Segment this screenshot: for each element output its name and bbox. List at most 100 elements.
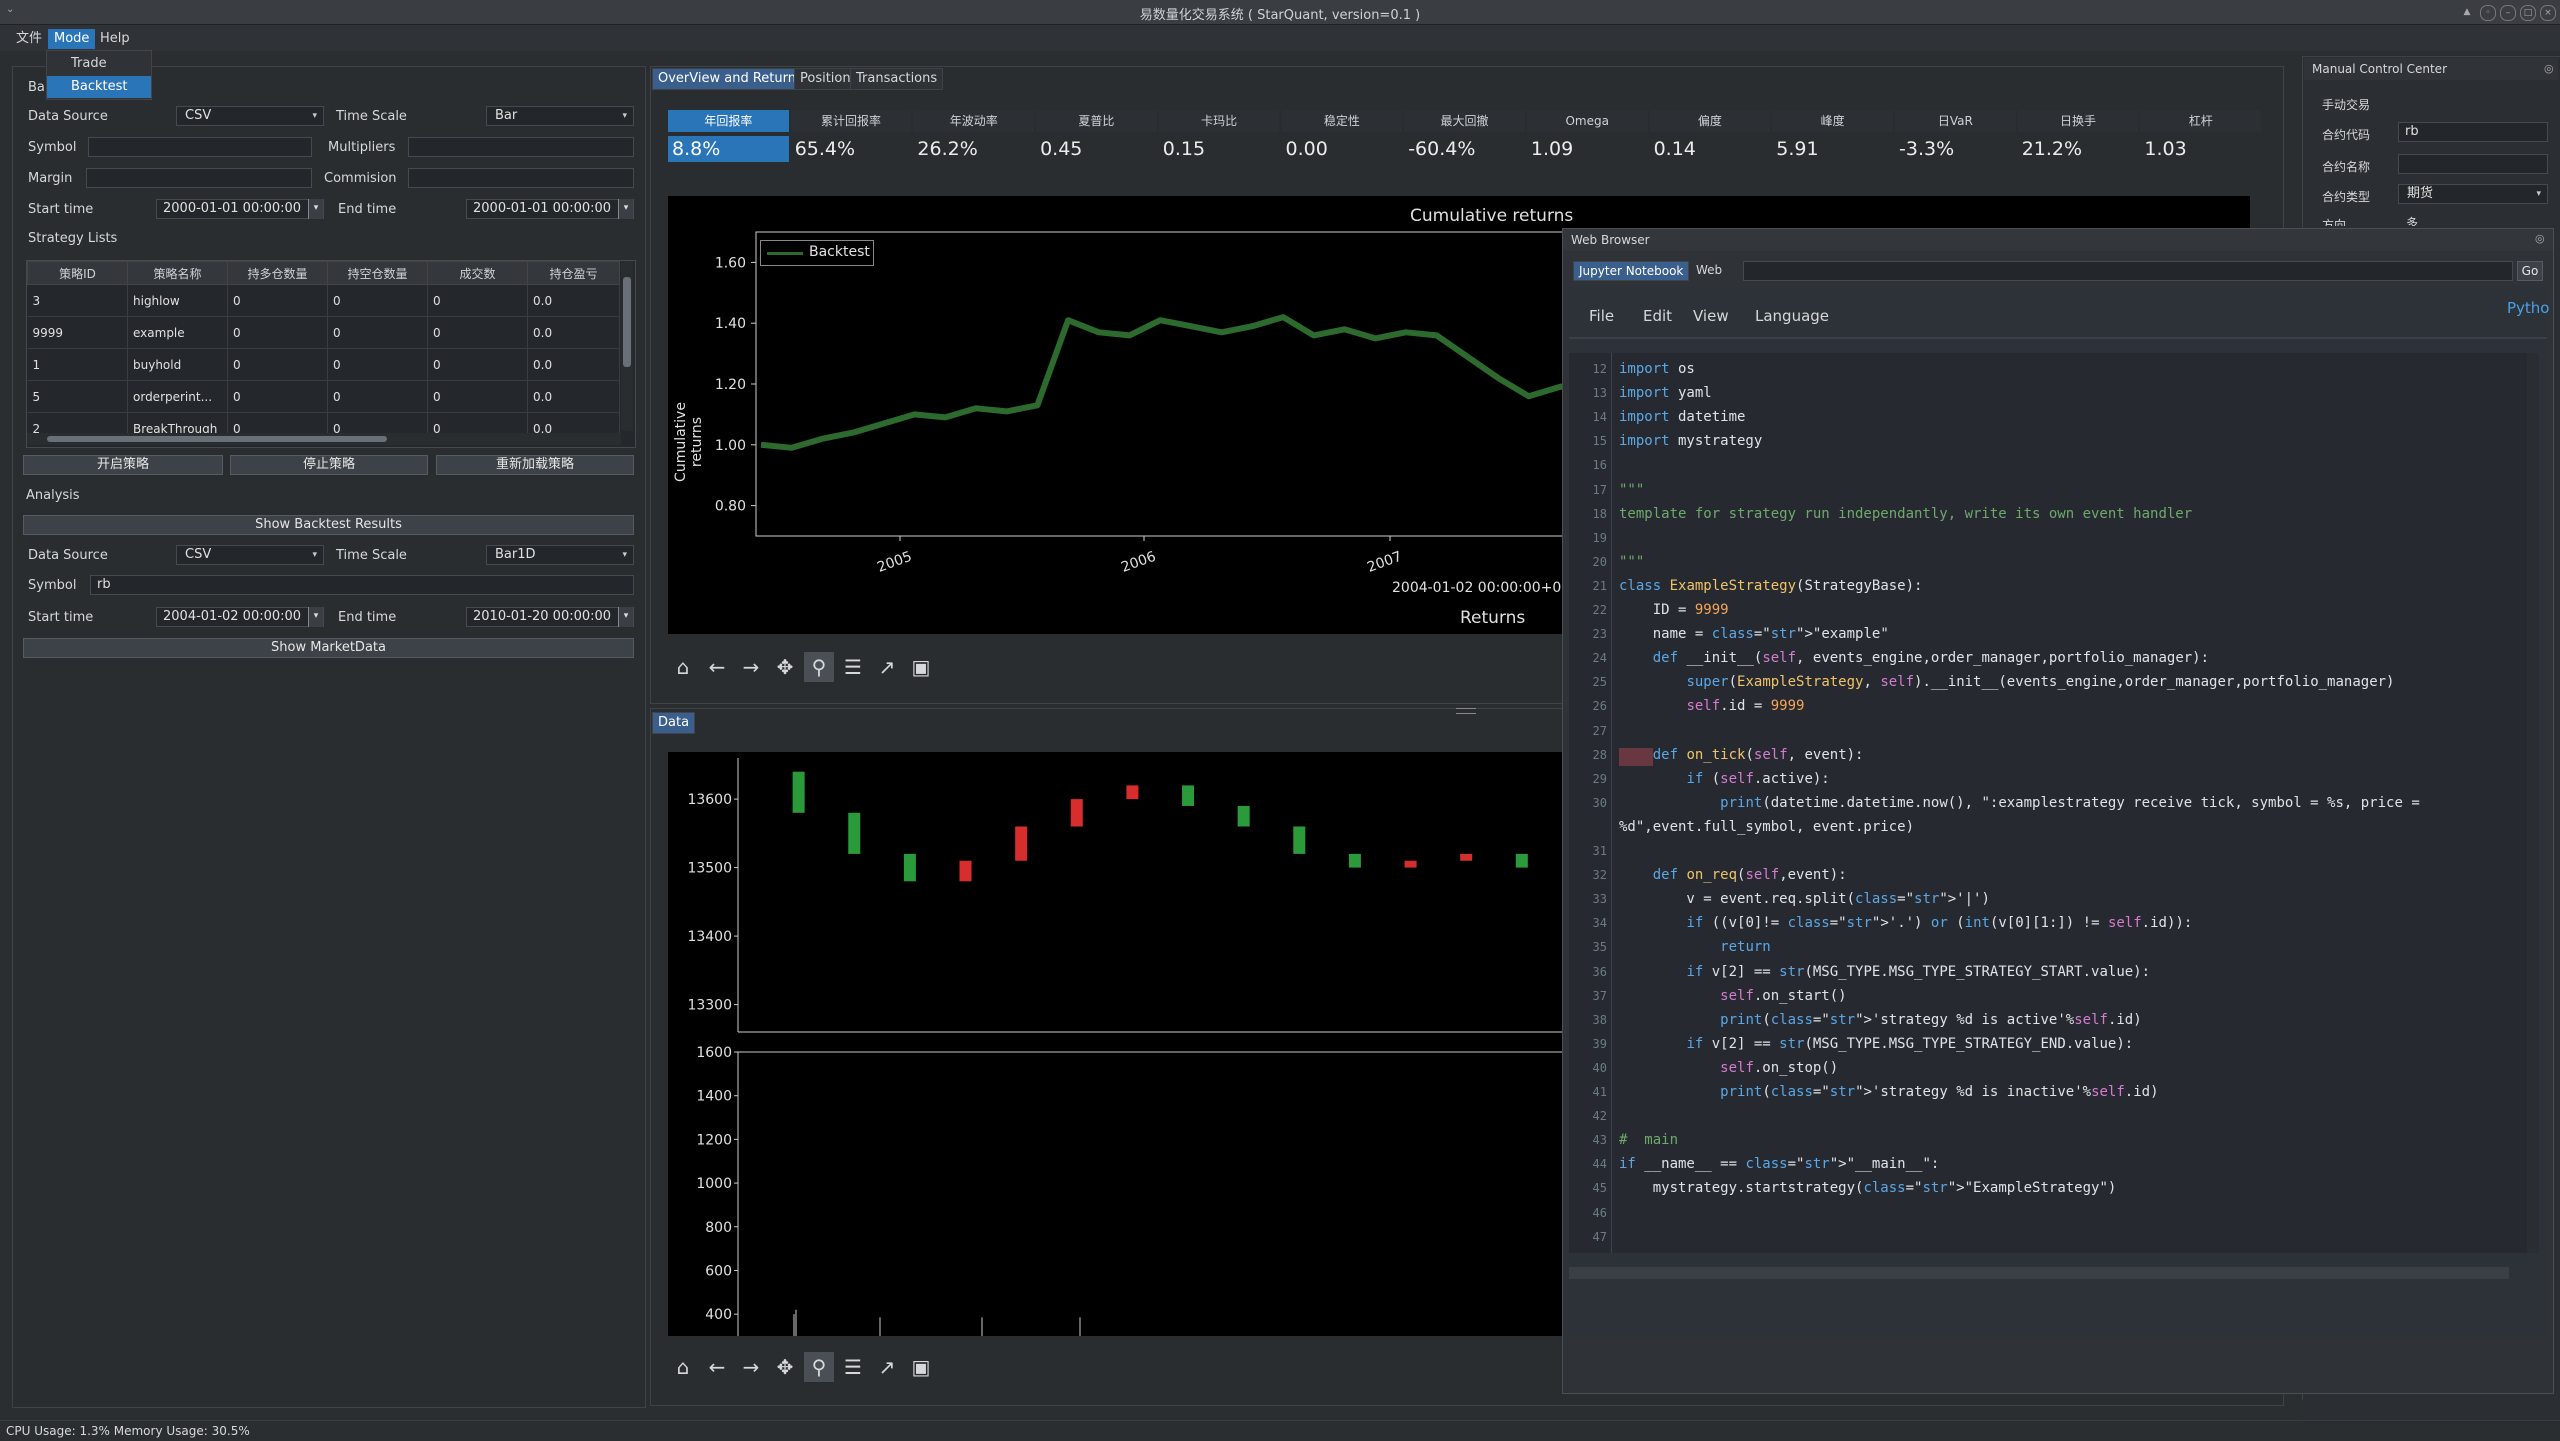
cell[interactable]: 0: [327, 316, 428, 349]
cell[interactable]: 0: [327, 348, 428, 381]
cell[interactable]: 0: [427, 316, 528, 349]
cell[interactable]: 3: [27, 284, 128, 317]
editor-hscrollbar[interactable]: [1569, 1267, 2509, 1279]
cell[interactable]: buyhold: [127, 348, 228, 381]
float-icon[interactable]: ◎: [2544, 62, 2554, 75]
data-source-select[interactable]: CSV ▾: [176, 106, 324, 126]
pan-icon[interactable]: ✥: [770, 652, 800, 682]
col-header[interactable]: 持空仓数量: [327, 261, 428, 285]
tab-position[interactable]: Position: [794, 68, 857, 90]
table-row[interactable]: 3 highlow 0 0 0 0.0: [27, 284, 620, 317]
tab-data[interactable]: Data: [652, 712, 696, 734]
cell[interactable]: orderperint...: [127, 380, 228, 413]
tab-web[interactable]: Web: [1691, 261, 1727, 279]
tab-jupyter-notebook[interactable]: Jupyter Notebook: [1573, 261, 1690, 281]
cell[interactable]: example: [127, 316, 228, 349]
analysis-symbol-input[interactable]: rb: [90, 575, 634, 595]
code-line[interactable]: """: [1619, 482, 1644, 498]
menu-language-nb[interactable]: Language: [1755, 307, 1829, 325]
splitter-handle[interactable]: [1456, 708, 1476, 714]
forward-icon[interactable]: →: [736, 1352, 766, 1382]
menu-item-backtest[interactable]: Backtest: [47, 76, 151, 98]
code-line[interactable]: import os: [1619, 361, 1695, 377]
contract-name-input[interactable]: [2398, 154, 2548, 174]
table-row[interactable]: 1 buyhold 0 0 0 0.0: [27, 348, 620, 381]
zoom-icon[interactable]: ⚲: [804, 652, 834, 682]
contract-type-select[interactable]: 期货 ▾: [2398, 184, 2548, 204]
code-line[interactable]: if v[2] == str(MSG_TYPE.MSG_TYPE_STRATEG…: [1619, 964, 2150, 980]
save-icon[interactable]: ▣: [906, 652, 936, 682]
scroll-thumb[interactable]: [623, 277, 631, 367]
analysis-data-source-select[interactable]: CSV ▾: [176, 545, 324, 565]
code-line[interactable]: super(ExampleStrategy, self).__init__(ev…: [1619, 674, 2394, 690]
col-header[interactable]: 策略ID: [27, 261, 128, 285]
commission-input[interactable]: [408, 168, 634, 188]
code-line[interactable]: class ExampleStrategy(StrategyBase):: [1619, 578, 1922, 594]
code-line[interactable]: if ((v[0]!= class="str">'.') or (int(v[0…: [1619, 915, 2192, 931]
start-time-input[interactable]: 2000-01-01 00:00:00 ▾: [156, 199, 324, 219]
shade-icon[interactable]: ◦: [2480, 5, 2496, 21]
home-icon[interactable]: ⌂: [668, 1352, 698, 1382]
table-vscrollbar[interactable]: [621, 261, 633, 431]
url-input[interactable]: [1743, 261, 2513, 281]
code-line[interactable]: import datetime: [1619, 409, 1745, 425]
configure-icon[interactable]: ☰: [838, 1352, 868, 1382]
editor-vscrollbar[interactable]: [2527, 353, 2539, 1253]
code-line[interactable]: if v[2] == str(MSG_TYPE.MSG_TYPE_STRATEG…: [1619, 1036, 2133, 1052]
analysis-time-scale-select[interactable]: Bar1D ▾: [486, 545, 634, 565]
code-line[interactable]: def on_tick(self, event):: [1619, 747, 1864, 763]
multipliers-input[interactable]: [408, 137, 634, 157]
tab-overview[interactable]: OverView and Returns: [652, 68, 809, 90]
code-line[interactable]: mystrategy.startstrategy(class="str">"Ex…: [1619, 1180, 2117, 1196]
code-line[interactable]: print(class="str">'strategy %d is active…: [1619, 1012, 2142, 1028]
code-line[interactable]: print(datetime.datetime.now(), ":example…: [1619, 795, 2428, 811]
show-backtest-results-button[interactable]: Show Backtest Results: [23, 515, 634, 535]
cell[interactable]: 0.0: [527, 380, 620, 413]
cell[interactable]: 0.0: [527, 284, 620, 317]
analysis-start-time-input[interactable]: 2004-01-02 00:00:00 ▾: [156, 607, 324, 627]
cell[interactable]: 0: [427, 380, 528, 413]
calendar-dropdown-icon[interactable]: ▾: [308, 607, 323, 627]
start-strategy-button[interactable]: 开启策略: [23, 455, 223, 475]
code-line[interactable]: import mystrategy: [1619, 433, 1762, 449]
code-line[interactable]: print(class="str">'strategy %d is inacti…: [1619, 1084, 2158, 1100]
configure-icon[interactable]: ☰: [838, 652, 868, 682]
col-header[interactable]: 成交数: [427, 261, 528, 285]
save-icon[interactable]: ▣: [906, 1352, 936, 1382]
margin-input[interactable]: [86, 168, 312, 188]
cell[interactable]: 0.0: [527, 316, 620, 349]
col-header[interactable]: 持多仓数量: [227, 261, 328, 285]
scroll-thumb[interactable]: [47, 436, 387, 442]
menu-file-nb[interactable]: File: [1589, 307, 1614, 325]
cell[interactable]: 0: [227, 316, 328, 349]
menu-view-nb[interactable]: View: [1693, 307, 1729, 325]
window-menu-icon[interactable]: ⌄: [6, 4, 14, 15]
float-icon[interactable]: ◎: [2535, 232, 2545, 245]
stop-strategy-button[interactable]: 停止策略: [230, 455, 428, 475]
back-icon[interactable]: ←: [702, 1352, 732, 1382]
show-marketdata-button[interactable]: Show MarketData: [23, 638, 634, 658]
cell[interactable]: 0: [327, 284, 428, 317]
table-row[interactable]: 5 orderperint... 0 0 0 0.0: [27, 380, 620, 413]
direction-value[interactable]: 多: [2398, 214, 2556, 226]
cell[interactable]: 0.0: [527, 348, 620, 381]
menu-edit-nb[interactable]: Edit: [1643, 307, 1672, 325]
code-line[interactable]: import yaml: [1619, 385, 1712, 401]
code-line[interactable]: # main: [1619, 1132, 1678, 1148]
end-time-input[interactable]: 2000-01-01 00:00:00 ▾: [466, 199, 634, 219]
axes-icon[interactable]: ↗: [872, 1352, 902, 1382]
contract-code-input[interactable]: rb: [2398, 122, 2548, 142]
code-line[interactable]: if (self.active):: [1619, 771, 1829, 787]
code-line[interactable]: v = event.req.split(class="str">'|'): [1619, 891, 1989, 907]
keep-above-icon[interactable]: ▲: [2460, 5, 2474, 19]
calendar-dropdown-icon[interactable]: ▾: [618, 199, 633, 219]
menu-help[interactable]: Help: [94, 29, 136, 49]
home-icon[interactable]: ⌂: [668, 652, 698, 682]
menu-item-trade[interactable]: Trade: [47, 53, 151, 75]
analysis-end-time-input[interactable]: 2010-01-20 00:00:00 ▾: [466, 607, 634, 627]
cell[interactable]: 9999: [27, 316, 128, 349]
code-line[interactable]: template for strategy run independantly,…: [1619, 506, 2192, 522]
time-scale-select[interactable]: Bar ▾: [486, 106, 634, 126]
code-line[interactable]: self.on_stop(): [1619, 1060, 1838, 1076]
code-line[interactable]: if __name__ == class="str">"__main__":: [1619, 1156, 1939, 1172]
